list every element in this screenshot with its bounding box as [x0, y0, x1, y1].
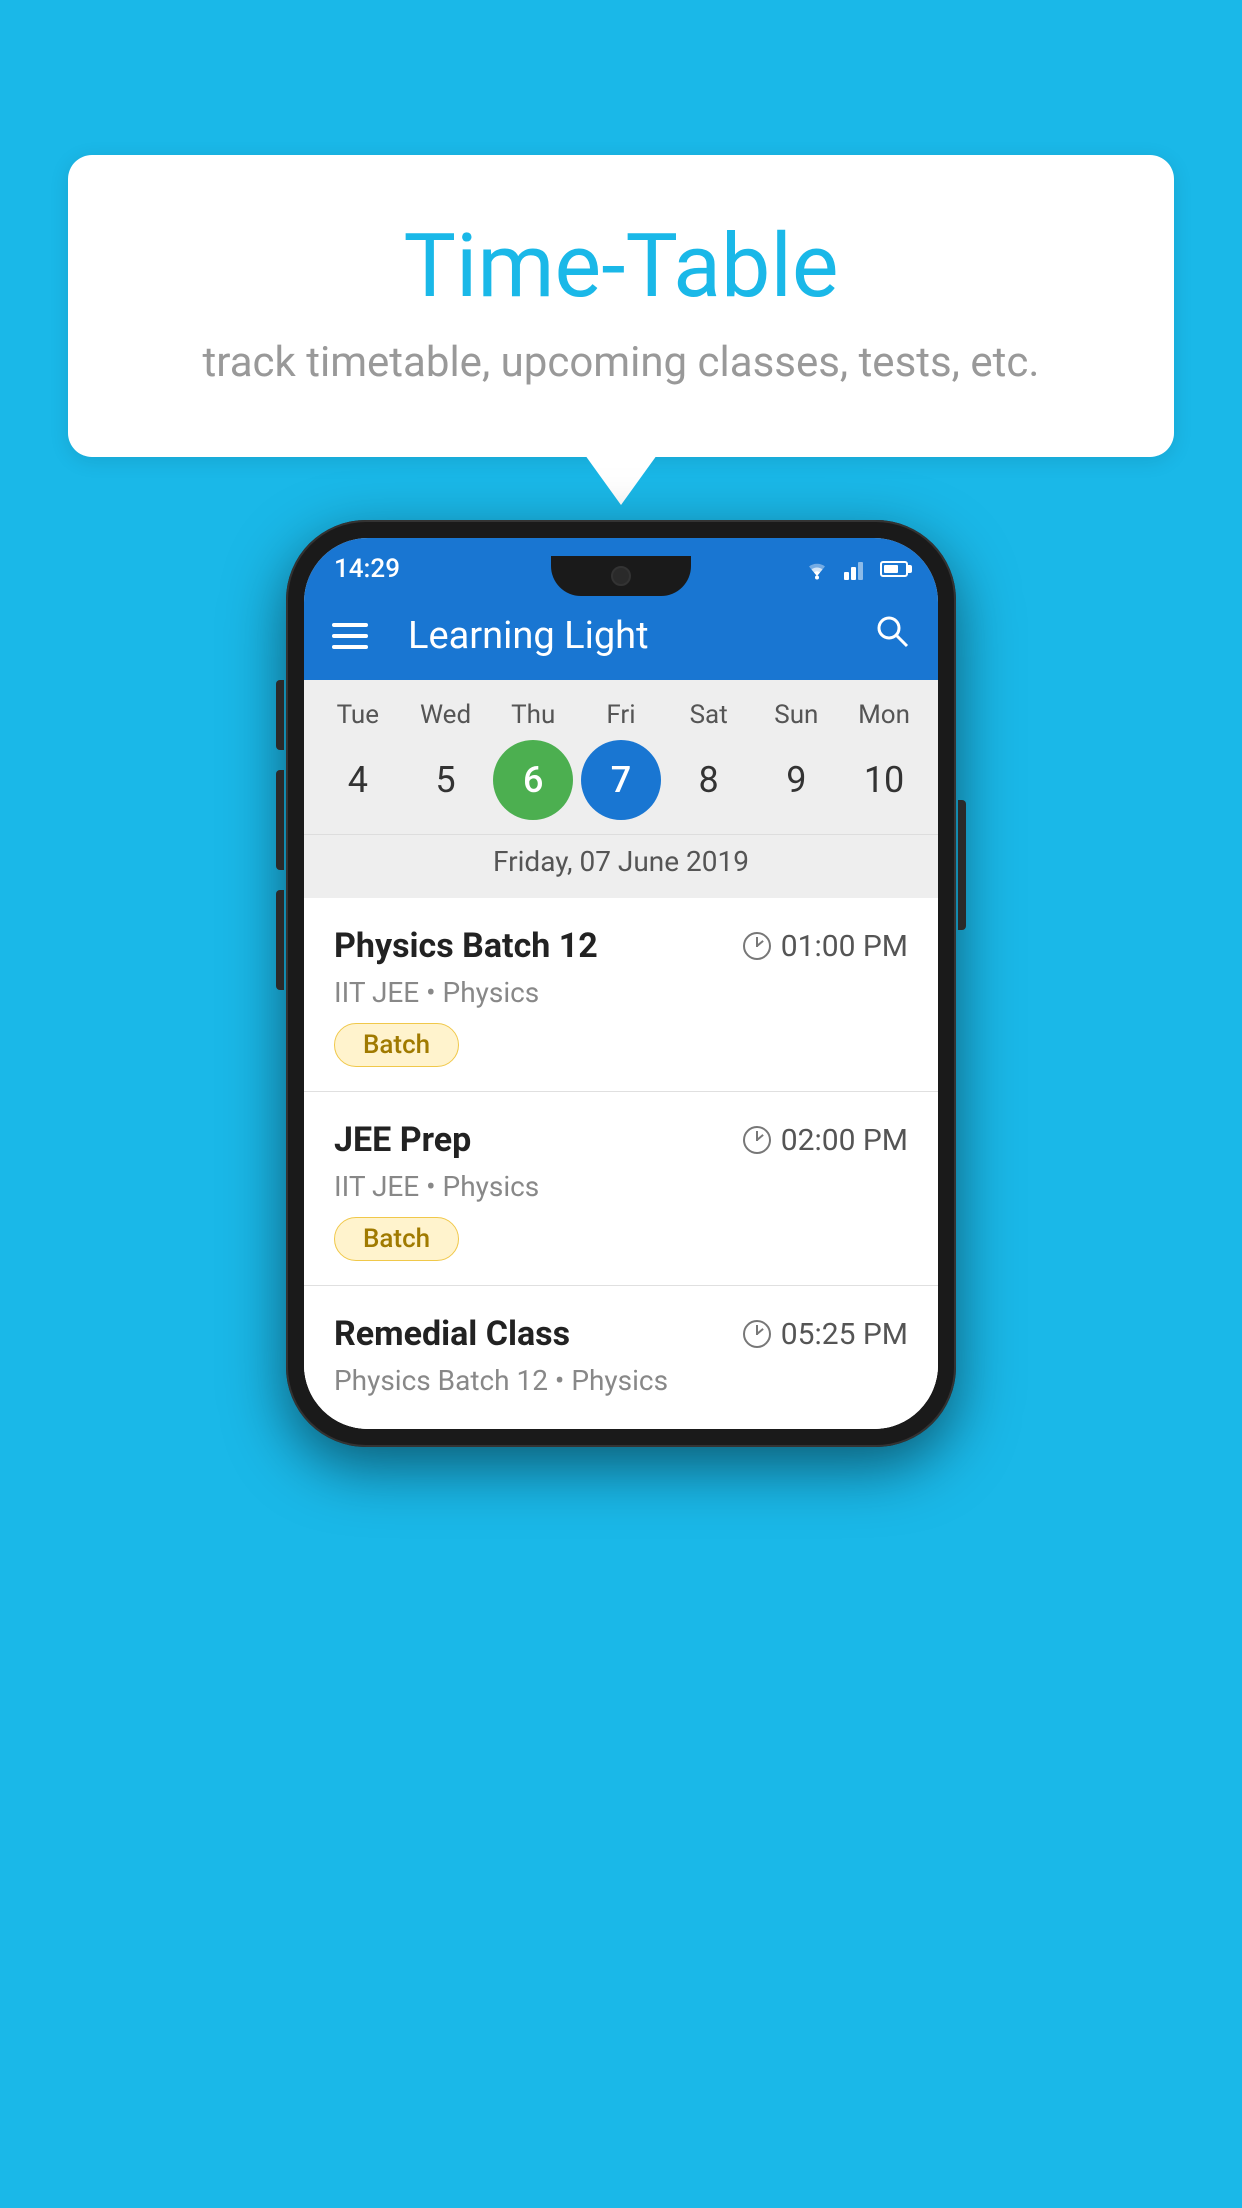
schedule-subtitle: Physics Batch 12 • Physics — [334, 1364, 908, 1397]
phone-notch — [551, 556, 691, 596]
day-name: Sat — [669, 700, 749, 730]
date-cell[interactable]: 9 — [756, 740, 836, 820]
date-cell[interactable]: 8 — [669, 740, 749, 820]
schedule-item[interactable]: Remedial Class 05:25 PM Physics Batch 12… — [304, 1286, 938, 1429]
date-cell[interactable]: 4 — [318, 740, 398, 820]
schedule-title: Remedial Class — [334, 1314, 570, 1354]
status-time: 14:29 — [334, 554, 400, 584]
clock-icon — [743, 932, 771, 960]
phone-mockup: 14:29 — [286, 520, 956, 1447]
dates-row: 45678910 — [304, 740, 938, 820]
app-bar: Learning Light — [304, 592, 938, 680]
phone-outer: 14:29 — [286, 520, 956, 1447]
time-value: 05:25 PM — [781, 1317, 908, 1352]
schedule-time: 05:25 PM — [743, 1317, 908, 1352]
wifi-icon — [802, 558, 832, 580]
clock-icon — [743, 1126, 771, 1154]
day-name: Tue — [318, 700, 398, 730]
date-cell[interactable]: 6 — [493, 740, 573, 820]
phone-side-btn-2 — [276, 770, 284, 870]
days-row: Tue WedThu Fri SatSun Mon — [304, 700, 938, 730]
speech-bubble-section: Time-Table track timetable, upcoming cla… — [68, 155, 1174, 457]
battery-icon — [880, 561, 908, 577]
feature-subtitle: track timetable, upcoming classes, tests… — [148, 338, 1094, 387]
schedule-item[interactable]: Physics Batch 12 01:00 PM IIT JEE • Phys… — [304, 898, 938, 1092]
date-cell[interactable]: 7 — [581, 740, 661, 820]
feature-title: Time-Table — [148, 215, 1094, 318]
day-name: Sun — [756, 700, 836, 730]
date-cell[interactable]: 5 — [406, 740, 486, 820]
phone-screen: 14:29 — [304, 538, 938, 1429]
schedule-title: JEE Prep — [334, 1120, 471, 1160]
batch-badge: Batch — [334, 1217, 459, 1261]
batch-badge: Batch — [334, 1023, 459, 1067]
calendar-header: Tue WedThu Fri SatSun Mon 45678910 Friday, 0… — [304, 680, 938, 898]
status-icons — [802, 558, 908, 580]
day-name: Mon — [844, 700, 924, 730]
front-camera — [611, 566, 631, 586]
phone-side-btn-1 — [276, 680, 284, 750]
menu-icon[interactable] — [332, 623, 368, 649]
date-cell[interactable]: 10 — [844, 740, 924, 820]
schedule-time: 01:00 PM — [743, 929, 908, 964]
speech-bubble: Time-Table track timetable, upcoming cla… — [68, 155, 1174, 457]
schedule-time: 02:00 PM — [743, 1123, 908, 1158]
time-value: 02:00 PM — [781, 1123, 908, 1158]
phone-power-btn — [958, 800, 966, 930]
clock-icon — [743, 1320, 771, 1348]
day-name: Thu — [493, 700, 573, 730]
phone-side-btn-3 — [276, 890, 284, 990]
day-name: Fri — [581, 700, 661, 730]
schedule-item[interactable]: JEE Prep 02:00 PM IIT JEE • Physics Batc… — [304, 1092, 938, 1286]
day-name: Wed — [406, 700, 486, 730]
selected-date-label: Friday, 07 June 2019 — [304, 834, 938, 898]
schedule-title: Physics Batch 12 — [334, 926, 598, 966]
schedule-subtitle: IIT JEE • Physics — [334, 976, 908, 1009]
search-button[interactable] — [874, 613, 910, 659]
schedule-list: Physics Batch 12 01:00 PM IIT JEE • Phys… — [304, 898, 938, 1429]
app-bar-title: Learning Light — [408, 614, 844, 658]
signal-icon — [844, 558, 868, 580]
time-value: 01:00 PM — [781, 929, 908, 964]
schedule-subtitle: IIT JEE • Physics — [334, 1170, 908, 1203]
